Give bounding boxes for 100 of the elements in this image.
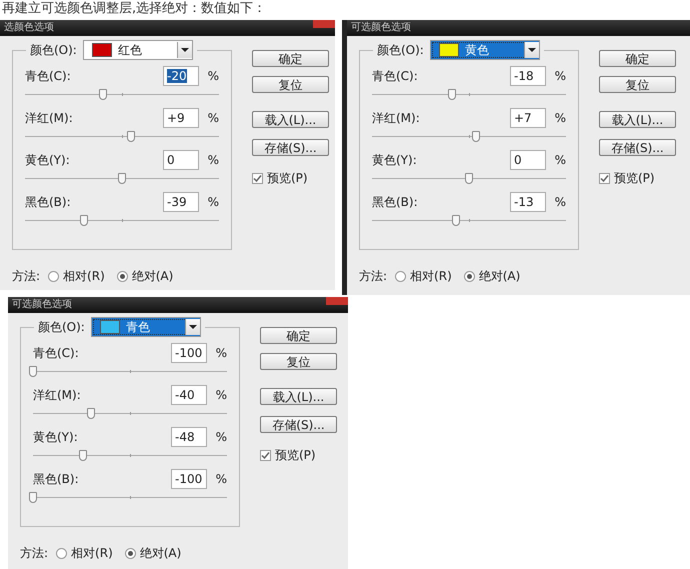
percent-unit: % [214,346,227,360]
slider-track[interactable] [33,408,227,420]
slider-track[interactable] [372,173,566,185]
method-label: 方法: [12,268,40,285]
value-field[interactable]: -48 [171,427,207,447]
channel-label: 黑色(B): [25,194,72,210]
dialog-button[interactable]: 确定 [252,50,329,67]
dialog-button[interactable]: 复位 [599,76,676,93]
channel-label: 黑色(B): [33,470,80,488]
slider-thumb[interactable] [126,131,135,142]
percent-unit: % [206,195,219,209]
radio-icon[interactable] [124,548,136,559]
percent-unit: % [554,195,566,209]
value-field[interactable]: -40 [171,385,207,405]
color-dropdown[interactable]: 黄色 [430,40,540,60]
caret-icon [184,319,200,335]
dialog-button[interactable]: 载入(L)... [260,388,337,405]
caret-icon [524,42,539,58]
value-field[interactable]: -100 [171,469,207,489]
method-label: 方法: [20,545,48,562]
value-field[interactable]: -20 [163,66,199,86]
radio-icon[interactable] [464,271,475,282]
slider-track[interactable] [25,215,219,227]
slider-track[interactable] [33,450,227,462]
value-field[interactable]: -18 [510,66,546,86]
radio-icon[interactable] [56,548,68,559]
percent-unit: % [554,153,566,167]
channel-label: 黄色(Y): [372,152,418,168]
checkbox[interactable] [599,173,610,184]
value-field[interactable]: +9 [163,108,199,128]
slider-thumb[interactable] [465,173,473,184]
slider-track[interactable] [25,173,219,185]
radio-label[interactable]: 相对(R) [63,268,105,285]
radio-icon[interactable] [116,271,128,282]
radio-icon[interactable] [48,271,60,282]
checkbox[interactable] [260,450,271,461]
dialog-button[interactable]: 确定 [599,50,676,67]
slider-thumb[interactable] [118,173,126,184]
dialog-button[interactable]: 载入(L)... [599,111,676,128]
slider-thumb[interactable] [98,89,107,100]
preview-label: 预览(P) [267,170,308,187]
slider-track[interactable] [25,89,219,101]
percent-unit: % [554,69,566,83]
dialog-title: 可选颜色选项 [12,299,72,311]
radio-label[interactable]: 相对(R) [71,545,113,562]
slider-thumb[interactable] [29,492,37,503]
dialog-button[interactable]: 复位 [252,76,329,93]
dialog-button[interactable]: 载入(L)... [252,111,329,128]
dialog-button[interactable]: 存储(S)... [599,139,676,156]
color-dropdown[interactable]: 红色 [82,40,193,60]
color-label: 颜色(O): [38,318,85,336]
color-label: 颜色(O): [30,42,77,58]
dialog-button[interactable]: 存储(S)... [252,139,329,156]
radio-label[interactable]: 绝对(A) [132,268,174,285]
slider-thumb[interactable] [448,89,456,100]
slider-thumb[interactable] [79,450,88,461]
channel-label: 青色(C): [372,68,419,84]
dialog-button[interactable]: 存储(S)... [260,416,337,433]
slider-thumb[interactable] [472,131,480,142]
dialog-button[interactable]: 确定 [260,327,337,344]
value-field[interactable]: -13 [510,192,546,212]
channel-label: 洋红(M): [25,110,74,126]
slider-thumb[interactable] [80,215,88,226]
preview-label: 预览(P) [275,447,316,464]
slider-thumb[interactable] [87,408,96,419]
slider-track[interactable] [372,215,566,227]
radio-icon[interactable] [395,271,406,282]
value-field[interactable]: -100 [171,343,207,363]
dialog-button[interactable]: 复位 [260,353,337,370]
color-dropdown[interactable]: 青色 [90,317,201,337]
channel-label: 黑色(B): [372,194,419,210]
slider-track[interactable] [25,131,219,143]
value-field[interactable]: -39 [163,192,199,212]
method-label: 方法: [359,268,388,285]
slider-thumb[interactable] [29,366,37,377]
channel-label: 青色(C): [33,344,80,362]
checkbox[interactable] [252,173,263,184]
percent-unit: % [206,153,219,167]
radio-label[interactable]: 绝对(A) [478,268,520,285]
percent-unit: % [554,111,566,125]
color-label: 颜色(O): [377,42,424,58]
percent-unit: % [214,472,227,486]
channel-label: 青色(C): [25,68,72,84]
radio-label[interactable]: 绝对(A) [140,545,182,562]
percent-unit: % [206,69,219,83]
value-field[interactable]: 0 [510,150,546,170]
heading-text: 再建立可选颜色调整层,选择绝对：数值如下： [1,0,268,18]
slider-track[interactable] [372,89,566,101]
slider-thumb[interactable] [452,215,460,226]
preview-label: 预览(P) [614,170,655,187]
slider-track[interactable] [372,131,566,143]
dialog-title: 选颜色选项 [4,22,54,34]
value-field[interactable]: 0 [163,150,199,170]
percent-unit: % [214,430,227,444]
channel-label: 洋红(M): [372,110,421,126]
percent-unit: % [206,111,219,125]
channel-label: 黄色(Y): [25,152,71,168]
caret-icon [176,42,192,58]
radio-label[interactable]: 相对(R) [410,268,452,285]
value-field[interactable]: +7 [510,108,546,128]
